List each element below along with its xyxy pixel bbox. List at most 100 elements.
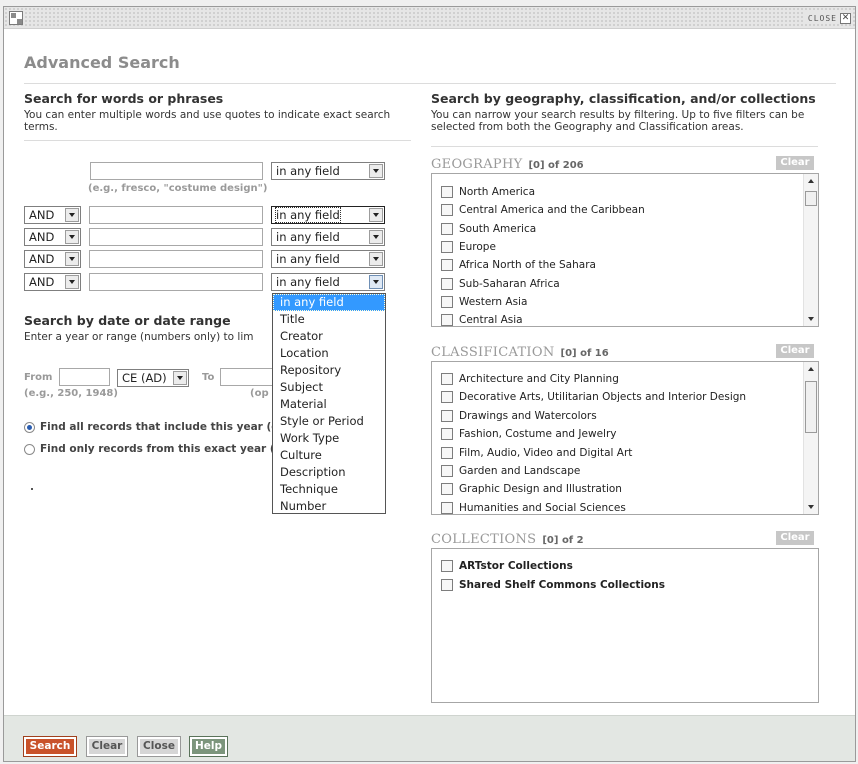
dropdown-option[interactable]: Work Type (273, 430, 385, 447)
chevron-down-icon[interactable] (173, 371, 187, 385)
chevron-down-icon[interactable] (65, 230, 79, 244)
checkbox[interactable] (441, 295, 453, 308)
search-button[interactable]: Search (23, 736, 77, 757)
checkbox[interactable] (441, 465, 453, 477)
geography-list[interactable]: Central Asia Western Asia Sub-Saharan Afri… (431, 173, 819, 327)
list-item[interactable]: Humanities and Social Sciences (441, 500, 626, 514)
dropdown-option[interactable]: Repository (273, 362, 385, 379)
checkbox[interactable] (441, 446, 453, 459)
dialog-titlebar[interactable]: CLOSE ✕ (4, 7, 855, 29)
checkbox[interactable] (441, 259, 453, 272)
dropdown-option[interactable]: Subject (273, 379, 385, 396)
checkbox[interactable] (441, 409, 453, 422)
checkbox[interactable] (441, 277, 453, 290)
list-item[interactable]: Europe (441, 239, 496, 255)
checkbox[interactable] (441, 483, 453, 496)
list-item[interactable]: Africa North of the Sahara (441, 257, 596, 273)
term-input-5[interactable] (89, 273, 263, 291)
field-select-4[interactable]: in any field (271, 250, 385, 268)
chevron-down-icon[interactable] (369, 252, 383, 266)
geography-scrollbar[interactable] (803, 174, 818, 326)
chevron-down-icon[interactable] (369, 275, 383, 289)
chevron-down-icon[interactable] (369, 230, 383, 244)
geography-clear-button[interactable]: Clear (776, 156, 814, 170)
radio-exact-year-label[interactable]: Find only records from this exact year (… (40, 443, 272, 455)
list-item[interactable]: Film, Audio, Video and Digital Art (441, 445, 632, 461)
list-item[interactable]: Shared Shelf Commons Collections (441, 577, 665, 593)
dropdown-option[interactable]: Number (273, 498, 385, 515)
checkbox[interactable] (441, 391, 453, 404)
list-item[interactable]: ARTstor Collections (441, 558, 573, 574)
dropdown-option[interactable]: Location (273, 345, 385, 362)
classification-list[interactable]: Humanities and Social Sciences Graphic De… (431, 361, 819, 515)
field-select-1[interactable]: in any field (271, 162, 385, 180)
date-from-input[interactable] (59, 368, 110, 386)
list-item[interactable]: South America (441, 221, 536, 237)
list-item[interactable]: Decorative Arts, Utilitarian Objects and… (441, 389, 746, 405)
list-item[interactable]: Architecture and City Planning (441, 371, 619, 387)
field-select-3[interactable]: in any field (271, 228, 385, 246)
radio-include-year-label[interactable]: Find all records that include this year … (40, 421, 272, 433)
chevron-down-icon[interactable] (369, 208, 383, 222)
radio-include-year[interactable] (24, 422, 35, 433)
close-control[interactable]: CLOSE ✕ (803, 12, 851, 24)
list-item[interactable]: Central America and the Caribbean (441, 202, 645, 218)
dropdown-option[interactable]: Culture (273, 447, 385, 464)
list-item[interactable]: Western Asia (441, 294, 527, 310)
chevron-down-icon[interactable] (65, 275, 79, 289)
dropdown-option[interactable]: in any field (273, 294, 385, 311)
operator-select-3[interactable]: AND (24, 228, 81, 246)
checkbox[interactable] (441, 428, 453, 441)
checkbox[interactable] (441, 578, 453, 591)
scroll-down-icon[interactable] (808, 317, 814, 321)
list-item[interactable]: Drawings and Watercolors (441, 408, 597, 424)
field-select-2[interactable]: in any field (271, 206, 385, 224)
checkbox[interactable] (441, 186, 453, 198)
scroll-thumb[interactable] (805, 191, 817, 206)
list-item[interactable]: Central Asia (441, 312, 523, 326)
clear-button[interactable]: Clear (86, 736, 128, 757)
field-dropdown-list[interactable]: in any field Title Creator Location Reposito… (272, 293, 386, 514)
dropdown-option[interactable]: Material (273, 396, 385, 413)
operator-select-5[interactable]: AND (24, 273, 81, 291)
dropdown-option[interactable]: Description (273, 464, 385, 481)
checkbox[interactable] (441, 314, 453, 326)
scroll-up-icon[interactable] (808, 367, 814, 371)
close-button[interactable]: Close (137, 736, 181, 757)
term-input-3[interactable] (89, 228, 263, 246)
field-select-5[interactable]: in any field (271, 273, 385, 291)
list-item[interactable]: Sub-Saharan Africa (441, 276, 560, 292)
scroll-up-icon[interactable] (808, 179, 814, 183)
close-icon[interactable]: ✕ (840, 12, 851, 24)
scroll-thumb[interactable] (805, 381, 817, 433)
term-input-1[interactable] (90, 162, 263, 180)
checkbox[interactable] (441, 222, 453, 235)
chevron-down-icon[interactable] (65, 252, 79, 266)
checkbox[interactable] (441, 560, 453, 572)
dropdown-option[interactable]: Creator (273, 328, 385, 345)
help-button[interactable]: Help (189, 736, 228, 757)
close-label[interactable]: CLOSE (808, 14, 837, 23)
operator-select-2[interactable]: AND (24, 206, 81, 224)
era-select[interactable]: CE (AD) (117, 369, 189, 387)
checkbox[interactable] (441, 501, 453, 514)
date-to-input[interactable] (220, 368, 272, 386)
list-item[interactable]: Fashion, Costume and Jewelry (441, 426, 616, 442)
list-item[interactable]: North America (441, 184, 535, 200)
collections-clear-button[interactable]: Clear (776, 531, 814, 545)
dropdown-option[interactable]: Technique (273, 481, 385, 498)
list-item[interactable]: Garden and Landscape (441, 463, 580, 479)
checkbox[interactable] (441, 204, 453, 217)
classification-clear-button[interactable]: Clear (776, 344, 814, 358)
term-input-4[interactable] (89, 250, 263, 268)
checkbox[interactable] (441, 240, 453, 253)
collections-list[interactable]: Shared Shelf Commons Collections ARTstor … (431, 548, 819, 703)
scroll-down-icon[interactable] (808, 505, 814, 509)
operator-select-4[interactable]: AND (24, 250, 81, 268)
dropdown-option[interactable]: Style or Period (273, 413, 385, 430)
chevron-down-icon[interactable] (369, 164, 383, 178)
classification-scrollbar[interactable] (803, 362, 818, 514)
radio-exact-year[interactable] (24, 444, 35, 455)
dropdown-option[interactable]: Title (273, 311, 385, 328)
term-input-2[interactable] (89, 206, 263, 224)
